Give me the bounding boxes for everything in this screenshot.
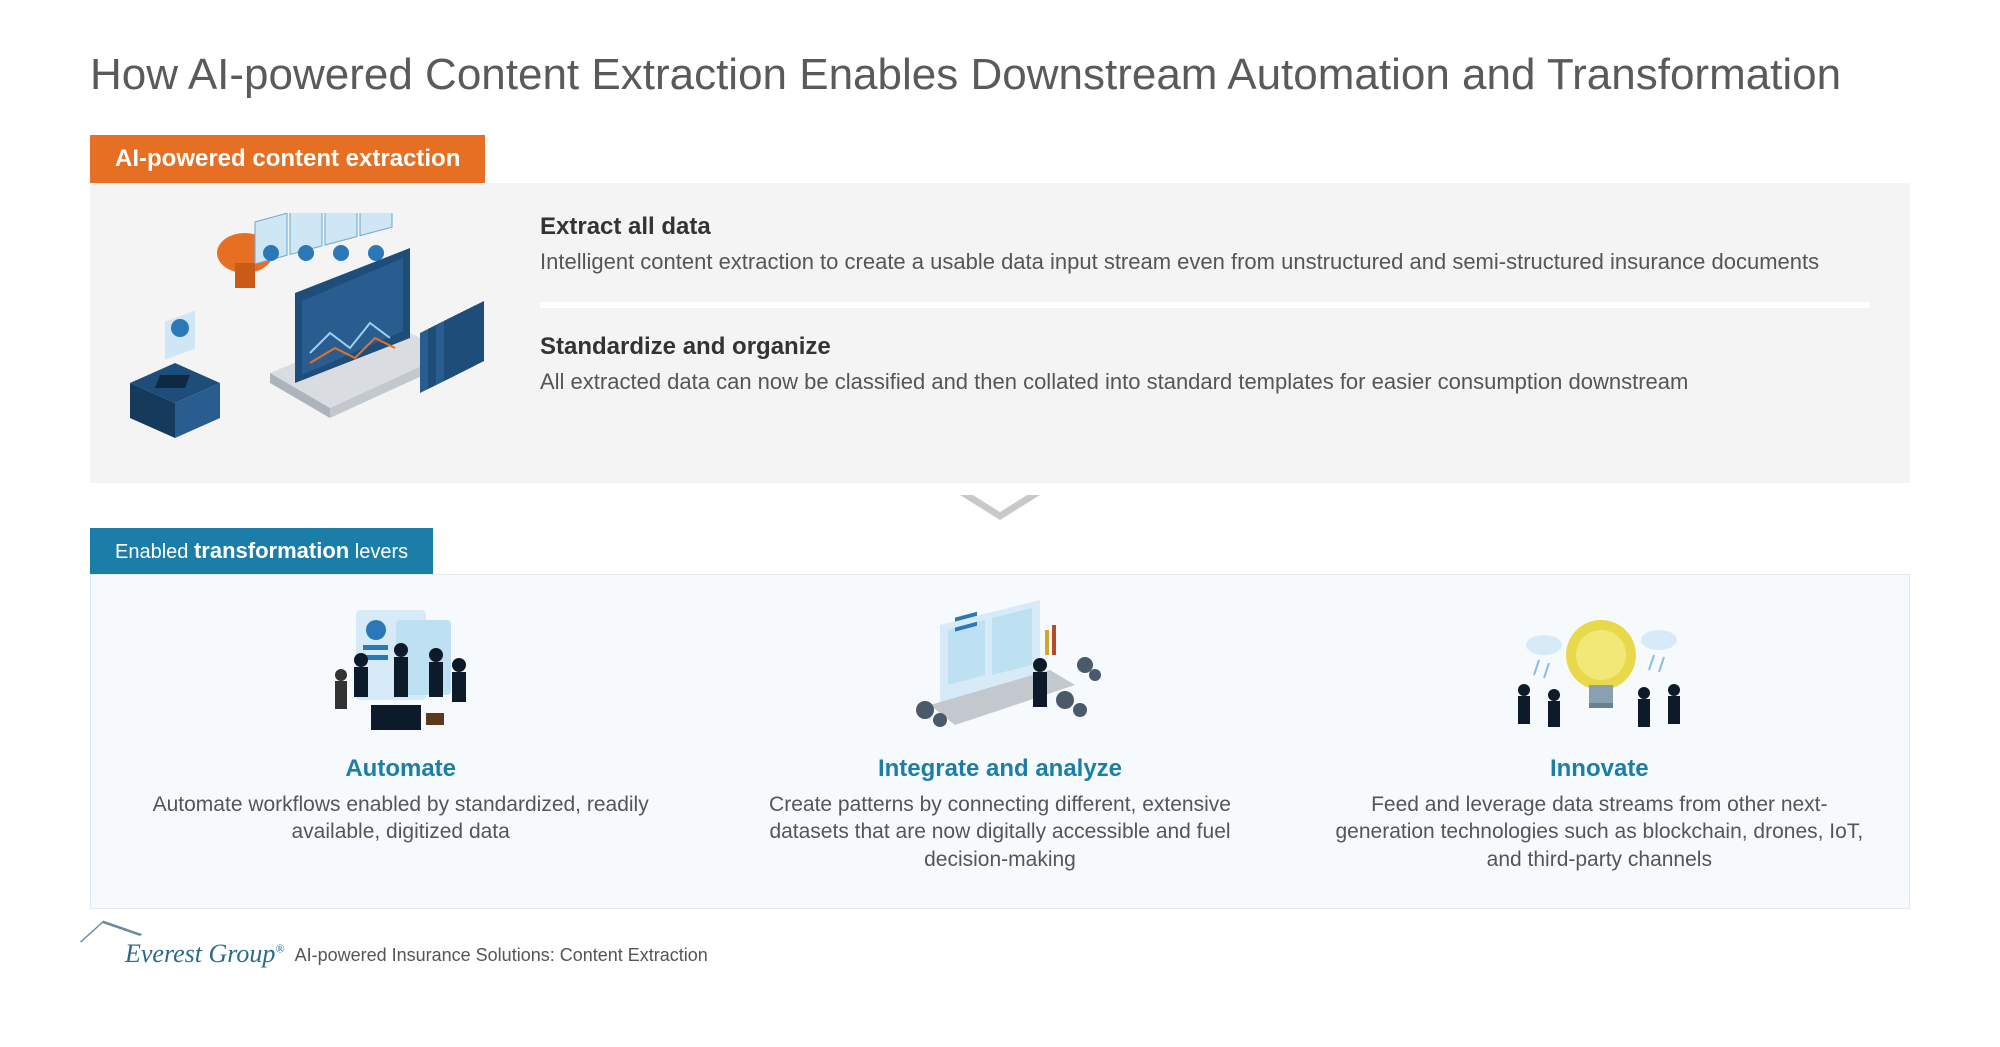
extraction-panel: Extract all data Intelligent content ext…	[90, 183, 1910, 483]
section-extraction: AI-powered content extraction	[90, 135, 1910, 483]
levers-panel: Automate Automate workflows enabled by s…	[90, 574, 1910, 909]
innovate-desc: Feed and leverage data streams from othe…	[1320, 791, 1879, 873]
page-title: How AI-powered Content Extraction Enable…	[90, 50, 1910, 100]
standardize-desc: All extracted data can now be classified…	[540, 367, 1870, 397]
automate-illustration	[121, 595, 680, 745]
tag-bold: transformation	[194, 538, 349, 563]
innovate-title: Innovate	[1320, 755, 1879, 783]
chevron-down-icon	[960, 495, 1040, 520]
footer-caption: AI-powered Insurance Solutions: Content …	[295, 945, 708, 969]
section-levers: Enabled transformation levers	[90, 528, 1910, 909]
arrow-down	[90, 483, 1910, 528]
extraction-illustration	[120, 213, 500, 453]
lever-integrate: Integrate and analyze Create patterns by…	[720, 595, 1279, 873]
innovate-illustration	[1320, 595, 1879, 745]
automate-desc: Automate workflows enabled by standardiz…	[121, 791, 680, 846]
brand-logo: Everest Group®	[90, 939, 285, 969]
tag-post: levers	[349, 541, 408, 563]
extract-block: Extract all data Intelligent content ext…	[540, 213, 1870, 277]
lever-automate: Automate Automate workflows enabled by s…	[121, 595, 680, 873]
brand-mark: ®	[275, 941, 284, 955]
extract-desc: Intelligent content extraction to create…	[540, 247, 1870, 277]
integrate-title: Integrate and analyze	[720, 755, 1279, 783]
orange-tag: AI-powered content extraction	[90, 135, 485, 183]
standardize-title: Standardize and organize	[540, 333, 1870, 361]
integrate-desc: Create patterns by connecting different,…	[720, 791, 1279, 873]
extraction-text: Extract all data Intelligent content ext…	[540, 213, 1870, 396]
standardize-block: Standardize and organize All extracted d…	[540, 333, 1870, 397]
lever-innovate: Innovate Feed and leverage data streams …	[1320, 595, 1879, 873]
tag-pre: Enabled	[115, 541, 194, 563]
blue-tag: Enabled transformation levers	[90, 528, 433, 574]
extract-title: Extract all data	[540, 213, 1870, 241]
brand-name: Everest Group	[125, 939, 275, 968]
integrate-illustration	[720, 595, 1279, 745]
automate-title: Automate	[121, 755, 680, 783]
footer: Everest Group® AI-powered Insurance Solu…	[90, 939, 1910, 969]
divider	[540, 302, 1870, 308]
